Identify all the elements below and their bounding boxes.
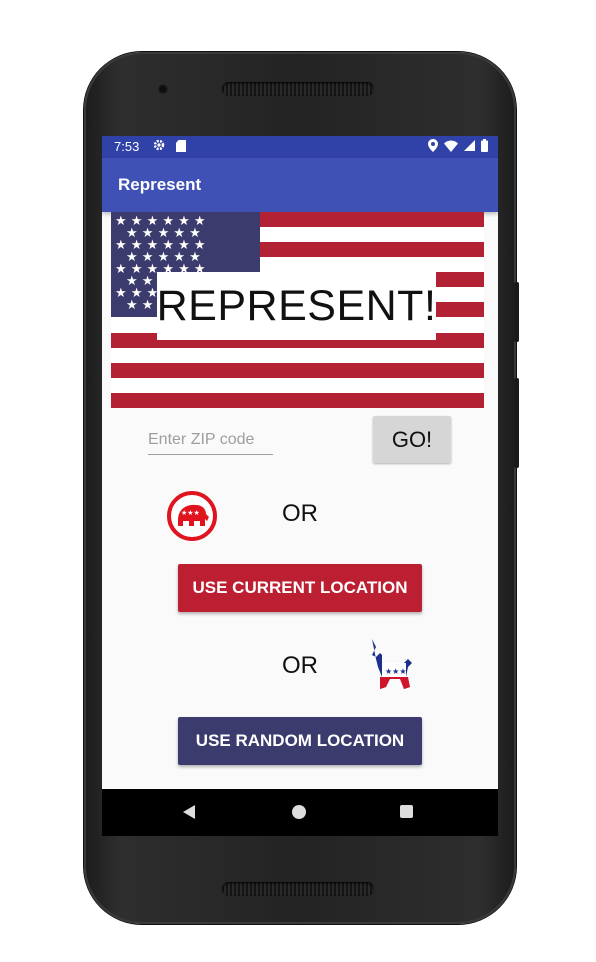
democrat-donkey-icon: ★★★ — [372, 639, 412, 689]
navigation-bar — [102, 789, 498, 836]
banner-title-box: REPRESENT! — [157, 272, 436, 340]
status-bar: 7:53 — [102, 136, 498, 158]
gear-icon — [152, 138, 166, 155]
power-button — [514, 282, 519, 342]
wifi-icon — [444, 140, 458, 152]
battery-icon — [481, 139, 488, 152]
status-icons — [428, 139, 488, 152]
status-time: 7:53 — [114, 139, 140, 154]
use-random-location-button[interactable]: USE RANDOM LOCATION — [178, 717, 422, 765]
svg-text:★★★: ★★★ — [181, 509, 200, 517]
banner-title: REPRESENT! — [156, 281, 437, 330]
bottom-speaker-grille — [222, 882, 374, 896]
recents-icon[interactable] — [400, 805, 413, 818]
or-separator-2: OR — [282, 652, 318, 679]
screen: 7:53 Represent ★ ★ ★ ★ ★ ★ ★ ★ ★ ★ ★ ★ ★… — [102, 136, 498, 836]
use-current-location-button[interactable]: USE CURRENT LOCATION — [178, 564, 422, 612]
republican-elephant-icon: ★★★ — [167, 491, 217, 541]
volume-button — [514, 378, 519, 468]
front-camera — [158, 84, 168, 94]
signal-icon — [464, 140, 475, 151]
app-title: Represent — [118, 175, 202, 194]
location-icon — [428, 139, 438, 152]
or-separator-1: OR — [282, 500, 318, 527]
go-button[interactable]: GO! — [373, 416, 451, 463]
top-speaker-grille — [222, 82, 374, 96]
zip-code-input[interactable] — [148, 426, 273, 455]
svg-text:★★★: ★★★ — [385, 667, 407, 676]
sd-card-icon — [176, 140, 186, 152]
app-bar: Represent — [102, 158, 498, 212]
home-icon[interactable] — [292, 805, 306, 819]
back-icon[interactable] — [183, 805, 195, 819]
